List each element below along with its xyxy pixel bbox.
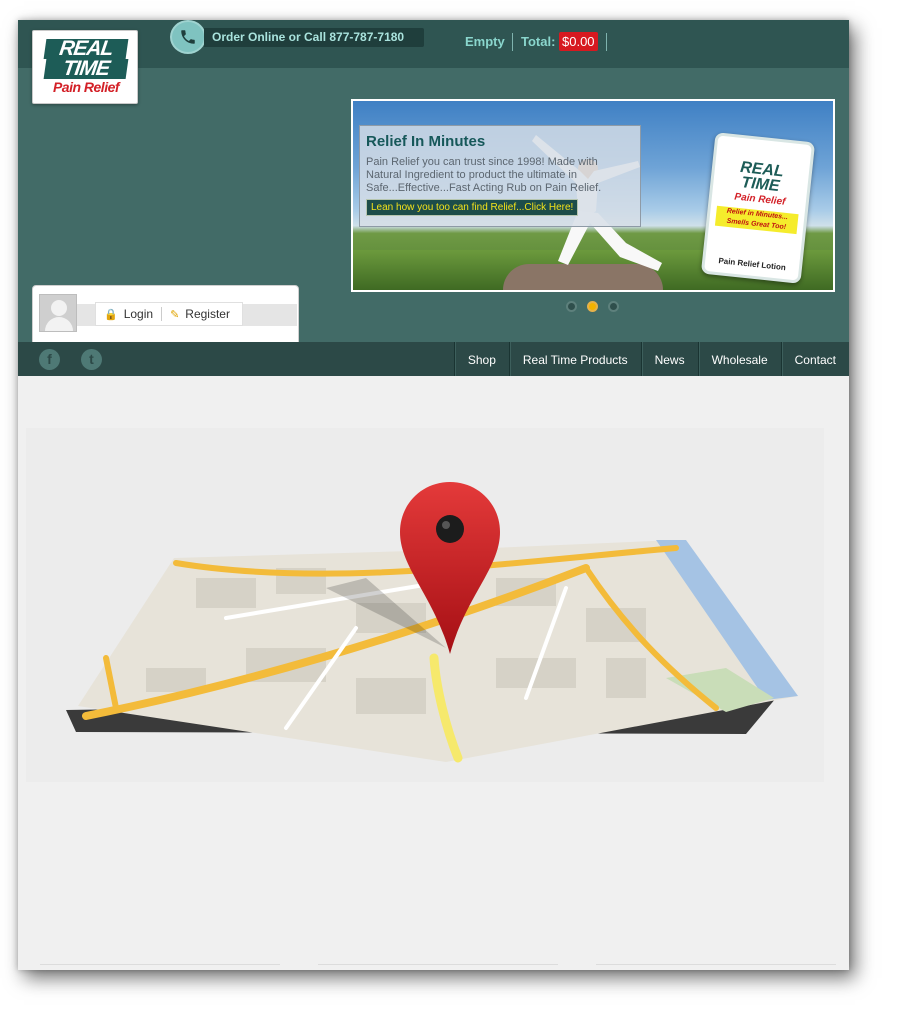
- register-label: Register: [185, 307, 230, 321]
- footer-rule: [318, 964, 558, 965]
- logo-line-1: REAL: [43, 37, 129, 60]
- account-buttons: 🔒 Login ✎ Register: [95, 302, 243, 326]
- site-header: REAL TIME Pain Relief Order Online or Ca…: [18, 20, 849, 345]
- hero-slider[interactable]: Relief In Minutes Pain Relief you can tr…: [351, 99, 835, 292]
- top-bar: [18, 20, 849, 68]
- phone-icon: [170, 20, 206, 54]
- facebook-icon[interactable]: f: [39, 349, 60, 370]
- product-label: Pain Relief Lotion: [718, 256, 787, 273]
- logo-line-2: TIME: [43, 57, 129, 80]
- login-label: Login: [123, 307, 154, 321]
- product-slogan: Relief in Minutes... Smells Great Too!: [726, 207, 789, 232]
- slide-title: Relief In Minutes: [366, 133, 486, 150]
- slide-cta-button[interactable]: Lean how you too can find Relief...Click…: [366, 199, 579, 216]
- footer-rule: [40, 964, 280, 965]
- map-graphic: [66, 482, 798, 763]
- register-button[interactable]: ✎ Register: [162, 303, 238, 325]
- cart-total-badge[interactable]: $0.00: [559, 32, 598, 51]
- lock-icon: 🔒: [104, 308, 118, 321]
- cart-status[interactable]: Empty: [465, 34, 505, 49]
- nav-item-shop[interactable]: Shop: [453, 342, 509, 376]
- main-nav: f t Shop Real Time Products News Wholesa…: [18, 342, 849, 376]
- map-illustration[interactable]: [26, 428, 824, 782]
- slide-text: Pain Relief you can trust since 1998! Ma…: [366, 156, 602, 194]
- slider-dot-1[interactable]: [566, 301, 577, 312]
- twitter-icon[interactable]: t: [81, 349, 102, 370]
- product-slogan-band: Relief in Minutes... Smells Great Too!: [714, 205, 799, 235]
- nav-item-news[interactable]: News: [640, 342, 698, 376]
- login-button[interactable]: 🔒 Login: [96, 303, 161, 325]
- slider-pagination: [566, 301, 619, 312]
- avatar: [39, 294, 77, 332]
- phone-banner[interactable]: Order Online or Call 877-787-7180: [204, 28, 424, 47]
- logo-line-3: Pain Relief: [52, 79, 120, 95]
- slider-dot-3[interactable]: [608, 301, 619, 312]
- pencil-icon: ✎: [170, 308, 180, 321]
- cart-total-label: Total:: [521, 34, 556, 49]
- footer-rule: [596, 964, 836, 965]
- divider: [606, 33, 607, 51]
- account-panel: 🔒 Login ✎ Register: [32, 285, 299, 345]
- nav-item-wholesale[interactable]: Wholesale: [697, 342, 781, 376]
- nav-menu: Shop Real Time Products News Wholesale C…: [453, 342, 849, 376]
- nav-item-real-time-products[interactable]: Real Time Products: [508, 342, 641, 376]
- divider: [512, 33, 513, 51]
- slider-dot-2[interactable]: [587, 301, 598, 312]
- product-image: REAL TIME Pain Relief Relief in Minutes..…: [700, 132, 816, 284]
- nav-item-contact[interactable]: Contact: [780, 342, 849, 376]
- site-logo[interactable]: REAL TIME Pain Relief: [32, 30, 138, 104]
- slide-caption: Relief In Minutes Pain Relief you can tr…: [359, 125, 641, 227]
- page-frame: REAL TIME Pain Relief Order Online or Ca…: [18, 20, 849, 970]
